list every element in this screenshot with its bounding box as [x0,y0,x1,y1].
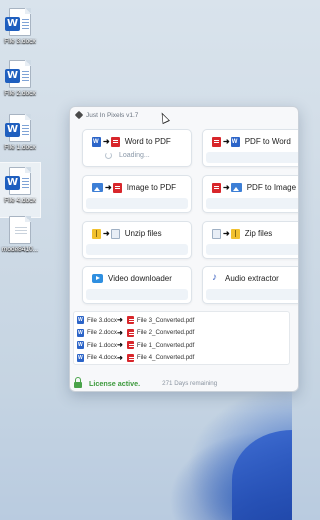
tool-audio-extractor[interactable]: Audio extractor [202,266,298,304]
list-item[interactable]: File 4.docx ➜ File 4_Converted.pdf [77,352,289,365]
tool-video-downloader[interactable]: Video downloader [82,266,192,304]
video-icon [92,274,103,283]
arrow-right-icon: ➜ [105,183,112,192]
pdf-icon [126,328,134,337]
desktop-icon-file-2[interactable]: W File 2.docx [0,56,40,110]
word-icon [230,136,240,147]
source-file: File 1.docx [87,341,117,349]
word-file-icon: W [5,60,31,88]
pdf-icon [110,136,120,147]
desktop-icon-file-4[interactable]: W File 4.docx [0,162,41,218]
desktop-icon-label: File 4.docx [4,197,36,204]
card-strip [206,152,298,163]
app-window: Just In Pixels v1.7 ➜ Word to PDF Loadin… [69,106,299,392]
tool-label: PDF to Image [246,183,297,192]
tool-label: Image to PDF [126,183,177,192]
target-file: File 2_Converted.pdf [136,329,195,337]
pdf-icon [126,341,134,350]
word-file-icon: W [5,114,31,142]
loading-indicator: Loading... [105,152,150,159]
music-note-icon [212,272,220,284]
status-bar: License active. 271 Days remaining [70,375,298,391]
pdf-icon [112,182,122,193]
arrow-right-icon: ➜ [103,137,110,146]
arrow-right-icon: ➜ [117,329,123,337]
list-item[interactable]: File 1.docx ➜ File 1_Converted.pdf [77,339,289,352]
word-icon [77,353,84,362]
desktop-icon-label: File 1.docx [4,144,36,151]
source-file: File 3.docx [87,316,117,324]
word-icon [77,328,84,337]
conversion-list[interactable]: File 3.docx ➜ File 3_Converted.pdf File … [73,311,290,365]
word-file-icon: W [5,167,31,195]
source-file: File 4.docx [87,354,117,362]
spinner-icon [105,152,112,159]
card-strip [206,198,298,209]
loading-text: Loading... [119,152,150,159]
word-file-icon: W [5,8,31,36]
target-file: File 4_Converted.pdf [136,354,195,362]
arrow-right-icon: ➜ [117,354,123,362]
target-file: File 3_Converted.pdf [136,316,195,324]
card-strip [86,244,188,255]
tool-image-to-pdf[interactable]: ➜ Image to PDF [82,175,192,213]
pdf-icon [126,316,134,325]
title-bar[interactable]: Just In Pixels v1.7 [70,107,298,123]
list-item[interactable]: File 3.docx ➜ File 3_Converted.pdf [77,314,289,327]
list-item[interactable]: File 2.docx ➜ File 2_Converted.pdf [77,327,289,340]
tool-label: Audio extractor [225,274,279,283]
tool-label: Unzip files [124,229,162,238]
tool-label: Zip files [244,229,273,238]
tool-word-to-pdf[interactable]: ➜ Word to PDF Loading... [82,129,192,167]
desktop-icon-label: mode8410... [1,246,39,253]
arrow-right-icon: ➜ [103,229,110,238]
target-file: File 1_Converted.pdf [136,341,195,349]
arrow-right-icon: ➜ [117,342,123,350]
card-strip [86,289,188,300]
pdf-icon [212,136,221,147]
image-icon [92,183,103,192]
desktop-icon-file-3[interactable]: W File 3.docx [0,4,40,58]
tool-label: Video downloader [108,274,172,283]
desktop-icon-label: File 2.docx [4,90,36,97]
days-remaining: 271 Days remaining [162,379,218,387]
arrow-right-icon: ➜ [223,137,230,146]
arrow-right-icon: ➜ [117,317,123,325]
lock-icon [74,376,82,388]
card-strip [206,244,298,255]
tool-zip-files[interactable]: ➜ Zip files [202,221,298,259]
card-strip [86,198,188,209]
image-icon [230,183,242,192]
card-strip [206,289,298,300]
word-icon [77,316,84,325]
word-icon [92,136,101,147]
desktop-icon-mode-file[interactable]: mode8410... [0,212,40,266]
tool-label: PDF to Word [244,137,291,146]
arrow-right-icon: ➜ [223,183,230,192]
pdf-icon [126,353,134,362]
tool-label: Word to PDF [124,137,171,146]
blank-file-icon [9,216,31,244]
word-icon [77,341,84,350]
document-icon [212,228,221,239]
tool-pdf-to-image[interactable]: ➜ PDF to Image [202,175,298,213]
tool-pdf-to-word[interactable]: ➜ PDF to Word [202,129,298,167]
desktop-icon-label: File 3.docx [4,38,36,45]
window-title: Just In Pixels v1.7 [86,111,139,119]
zip-icon [230,228,240,239]
document-icon [110,228,120,239]
zip-icon [92,228,101,239]
app-logo-icon [74,110,84,120]
arrow-right-icon: ➜ [223,229,230,238]
source-file: File 2.docx [87,329,117,337]
wallpaper-bloom [232,430,292,520]
license-status: License active. [89,378,141,388]
pdf-icon [212,182,221,193]
tool-unzip-files[interactable]: ➜ Unzip files [82,221,192,259]
desktop-icon-file-1[interactable]: W File 1.docx [0,110,40,164]
